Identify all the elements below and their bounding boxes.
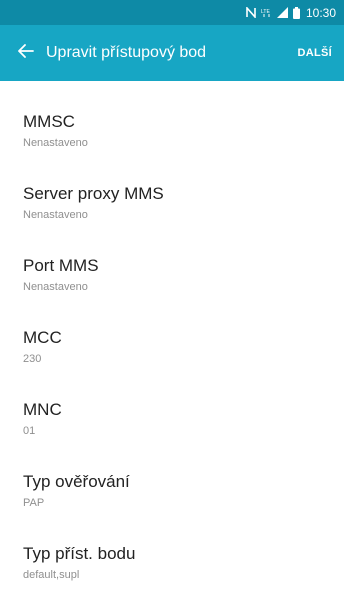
status-icons: LTE xyxy=(246,6,300,19)
setting-mnc[interactable]: MNC 01 xyxy=(0,385,344,457)
setting-value: 230 xyxy=(23,353,42,365)
nfc-icon xyxy=(246,7,256,18)
setting-label: Server proxy MMS xyxy=(23,184,164,203)
page-title: Upravit přístupový bod xyxy=(46,44,207,61)
setting-mcc[interactable]: MCC 230 xyxy=(0,313,344,385)
setting-value: Nenastaveno xyxy=(23,209,88,221)
back-arrow-icon xyxy=(18,43,34,63)
setting-label: Typ příst. bodu xyxy=(23,544,136,563)
back-button[interactable] xyxy=(12,39,40,67)
settings-list: MMSC Nenastaveno Server proxy MMS Nenast… xyxy=(0,97,344,601)
next-button[interactable]: DALŠÍ xyxy=(294,43,337,63)
setting-label: Port MMS xyxy=(23,256,99,275)
battery-icon xyxy=(292,6,300,19)
setting-auth-type[interactable]: Typ ověřování PAP xyxy=(0,457,344,529)
setting-label: Typ ověřování xyxy=(23,472,130,491)
lte-icon: LTE xyxy=(261,7,272,18)
setting-mms-port[interactable]: Port MMS Nenastaveno xyxy=(0,241,344,313)
setting-value: Nenastaveno xyxy=(23,281,88,293)
setting-mms-proxy[interactable]: Server proxy MMS Nenastaveno xyxy=(0,169,344,241)
setting-apn-type[interactable]: Typ příst. bodu default,supl xyxy=(0,529,344,601)
setting-value: Nenastaveno xyxy=(23,137,88,149)
setting-value: default,supl xyxy=(23,569,80,581)
setting-label: MNC xyxy=(23,400,62,419)
signal-icon xyxy=(276,7,288,18)
app-bar: Upravit přístupový bod DALŠÍ xyxy=(0,25,344,81)
status-bar: LTE 10:30 xyxy=(0,0,344,25)
setting-value: 01 xyxy=(23,425,36,437)
setting-mmsc[interactable]: MMSC Nenastaveno xyxy=(0,97,344,169)
setting-label: MCC xyxy=(23,328,62,347)
status-time: 10:30 xyxy=(305,5,336,20)
setting-value: PAP xyxy=(23,497,45,509)
setting-label: MMSC xyxy=(23,112,75,131)
